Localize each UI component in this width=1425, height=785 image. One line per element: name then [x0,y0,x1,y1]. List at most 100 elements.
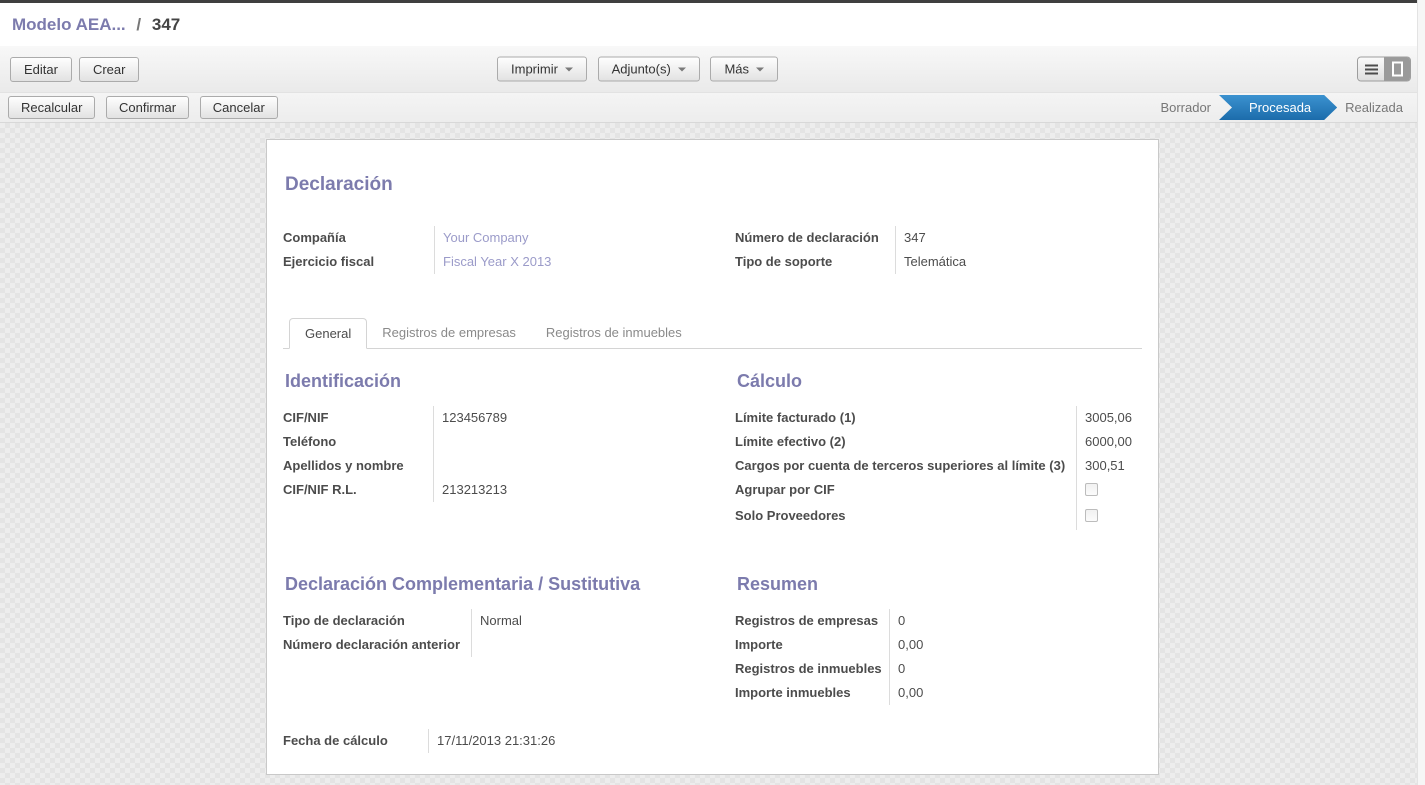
more-label: Más [724,62,749,77]
workflow-buttons: Recalcular Confirmar Cancelar [8,96,278,119]
invoiced-limit-field-label: Límite facturado (1) [735,406,1076,430]
company-field-label: Compañía [283,226,434,250]
form-action-bar: Recalcular Confirmar Cancelar Borrador P… [0,92,1425,123]
previous-number-field-label: Número declaración anterior [283,633,471,657]
summary-company-records-label: Registros de empresas [735,609,889,633]
summary-property-records-value: 0 [889,657,1142,681]
status-bar: Borrador Procesada Realizada [1146,93,1417,122]
complementary-section: Declaración Complementaria / Sustitutiva… [283,562,735,657]
summary-amount-label: Importe [735,633,889,657]
tab-content-general: Identificación CIF/NIF 123456789 Teléfon… [283,349,1142,753]
tab-general[interactable]: General [289,318,367,349]
form-title: Declaración [285,174,1142,196]
invoiced-limit-field-value: 3005,06 [1076,406,1142,430]
chevron-down-icon [678,67,686,71]
cif-rl-field-label: CIF/NIF R.L. [283,478,433,502]
identification-section: Identificación CIF/NIF 123456789 Teléfon… [283,359,735,502]
fiscal-year-field-label: Ejercicio fiscal [283,250,434,274]
cif-rl-field-value: 213213213 [433,478,735,502]
cif-field-value: 123456789 [433,406,735,430]
summary-property-records-label: Registros de inmuebles [735,657,889,681]
third-party-limit-field-value: 300,51 [1076,454,1142,478]
summary-section: Resumen Registros de empresas 0 Importe … [735,562,1142,705]
calculation-group: Límite facturado (1) 3005,06 Límite efec… [735,406,1142,530]
list-view-button[interactable] [1358,58,1384,81]
notebook-tabs: General Registros de empresas Registros … [283,318,1142,349]
phone-field-label: Teléfono [283,430,433,454]
create-button[interactable]: Crear [79,57,140,82]
more-dropdown-button[interactable]: Más [710,57,778,82]
complementary-section-title: Declaración Complementaria / Sustitutiva [285,574,735,595]
calculation-date-field-value: 17/11/2013 21:31:26 [428,729,703,753]
main-toolbar: Editar Crear Imprimir Adjunto(s) Más [0,46,1425,92]
status-step-borrador[interactable]: Borrador [1146,93,1225,122]
third-party-limit-field-label: Cargos por cuenta de terceros superiores… [735,454,1076,478]
group-by-cif-field-label: Agrupar por CIF [735,478,1076,504]
summary-company-records-value: 0 [889,609,1142,633]
attachments-label: Adjunto(s) [612,62,671,77]
breadcrumb-parent-link[interactable]: Modelo AEA... [12,15,126,34]
phone-field-value [433,430,735,454]
breadcrumb-current: 347 [152,15,180,34]
chevron-down-icon [565,67,573,71]
chevron-down-icon [756,67,764,71]
status-step-procesada[interactable]: Procesada [1219,95,1337,120]
summary-group: Registros de empresas 0 Importe 0,00 Reg… [735,609,1142,705]
form-sheet: Declaración Compañía Your Company Ejerci… [266,139,1159,775]
status-step-realizada[interactable]: Realizada [1331,93,1417,122]
declaration-number-field-label: Número de declaración [735,226,895,250]
summary-amount-value: 0,00 [889,633,1142,657]
group-by-cif-checkbox[interactable] [1085,483,1098,496]
form-view-icon [1392,62,1403,77]
cash-limit-field-value: 6000,00 [1076,430,1142,454]
header-left-group: Compañía Your Company Ejercicio fiscal F… [283,226,735,274]
edit-button[interactable]: Editar [10,57,72,82]
cancel-button[interactable]: Cancelar [200,96,278,119]
cif-field-label: CIF/NIF [283,406,433,430]
fiscal-year-field-value[interactable]: Fiscal Year X 2013 [434,250,735,274]
identification-group: CIF/NIF 123456789 Teléfono Apellidos y n… [283,406,735,502]
calculation-section: Cálculo Límite facturado (1) 3005,06 Lím… [735,359,1142,530]
header-fields: Compañía Your Company Ejercicio fiscal F… [283,226,1142,274]
only-suppliers-field-label: Solo Proveedores [735,504,1076,530]
confirm-button[interactable]: Confirmar [106,96,189,119]
view-switcher [1357,57,1411,82]
header-right-group: Número de declaración 347 Tipo de soport… [735,226,1142,274]
scrollbar[interactable] [1417,0,1425,785]
surname-name-field-label: Apellidos y nombre [283,454,433,478]
complementary-group: Tipo de declaración Normal Número declar… [283,609,735,657]
form-view-button[interactable] [1384,58,1410,81]
summary-property-amount-label: Importe inmuebles [735,681,889,705]
tab-registros-de-empresas[interactable]: Registros de empresas [367,318,531,349]
group-by-cif-field-cell [1076,478,1142,504]
only-suppliers-checkbox[interactable] [1085,509,1098,522]
company-field-value[interactable]: Your Company [434,226,735,250]
calculation-section-title: Cálculo [737,371,1142,392]
breadcrumb: Modelo AEA... / 347 [12,15,180,35]
summary-property-amount-value: 0,00 [889,681,1142,705]
form-view-background: Declaración Compañía Your Company Ejerci… [0,123,1425,785]
support-type-field-value: Telemática [895,250,1142,274]
recalculate-button[interactable]: Recalcular [8,96,95,119]
list-view-icon [1365,64,1378,74]
breadcrumb-separator: / [130,15,147,34]
print-label: Imprimir [511,62,558,77]
surname-name-field-value [433,454,735,478]
declaration-type-field-label: Tipo de declaración [283,609,471,633]
only-suppliers-field-cell [1076,504,1142,530]
attachments-dropdown-button[interactable]: Adjunto(s) [598,57,700,82]
calculation-date-field-label: Fecha de cálculo [283,729,428,753]
identification-section-title: Identificación [285,371,735,392]
support-type-field-label: Tipo de soporte [735,250,895,274]
summary-section-title: Resumen [737,574,1142,595]
calculation-date-group: Fecha de cálculo 17/11/2013 21:31:26 [283,729,703,753]
section-band-1: Identificación CIF/NIF 123456789 Teléfon… [283,359,1142,530]
breadcrumb-row: Modelo AEA... / 347 [0,3,1425,46]
print-dropdown-button[interactable]: Imprimir [497,57,587,82]
document-actions-group: Imprimir Adjunto(s) Más [497,57,778,82]
section-band-2: Declaración Complementaria / Sustitutiva… [283,562,1142,705]
declaration-type-field-value: Normal [471,609,735,633]
declaration-number-field-value: 347 [895,226,1142,250]
previous-number-field-value [471,633,735,657]
tab-registros-de-inmuebles[interactable]: Registros de inmuebles [531,318,697,349]
